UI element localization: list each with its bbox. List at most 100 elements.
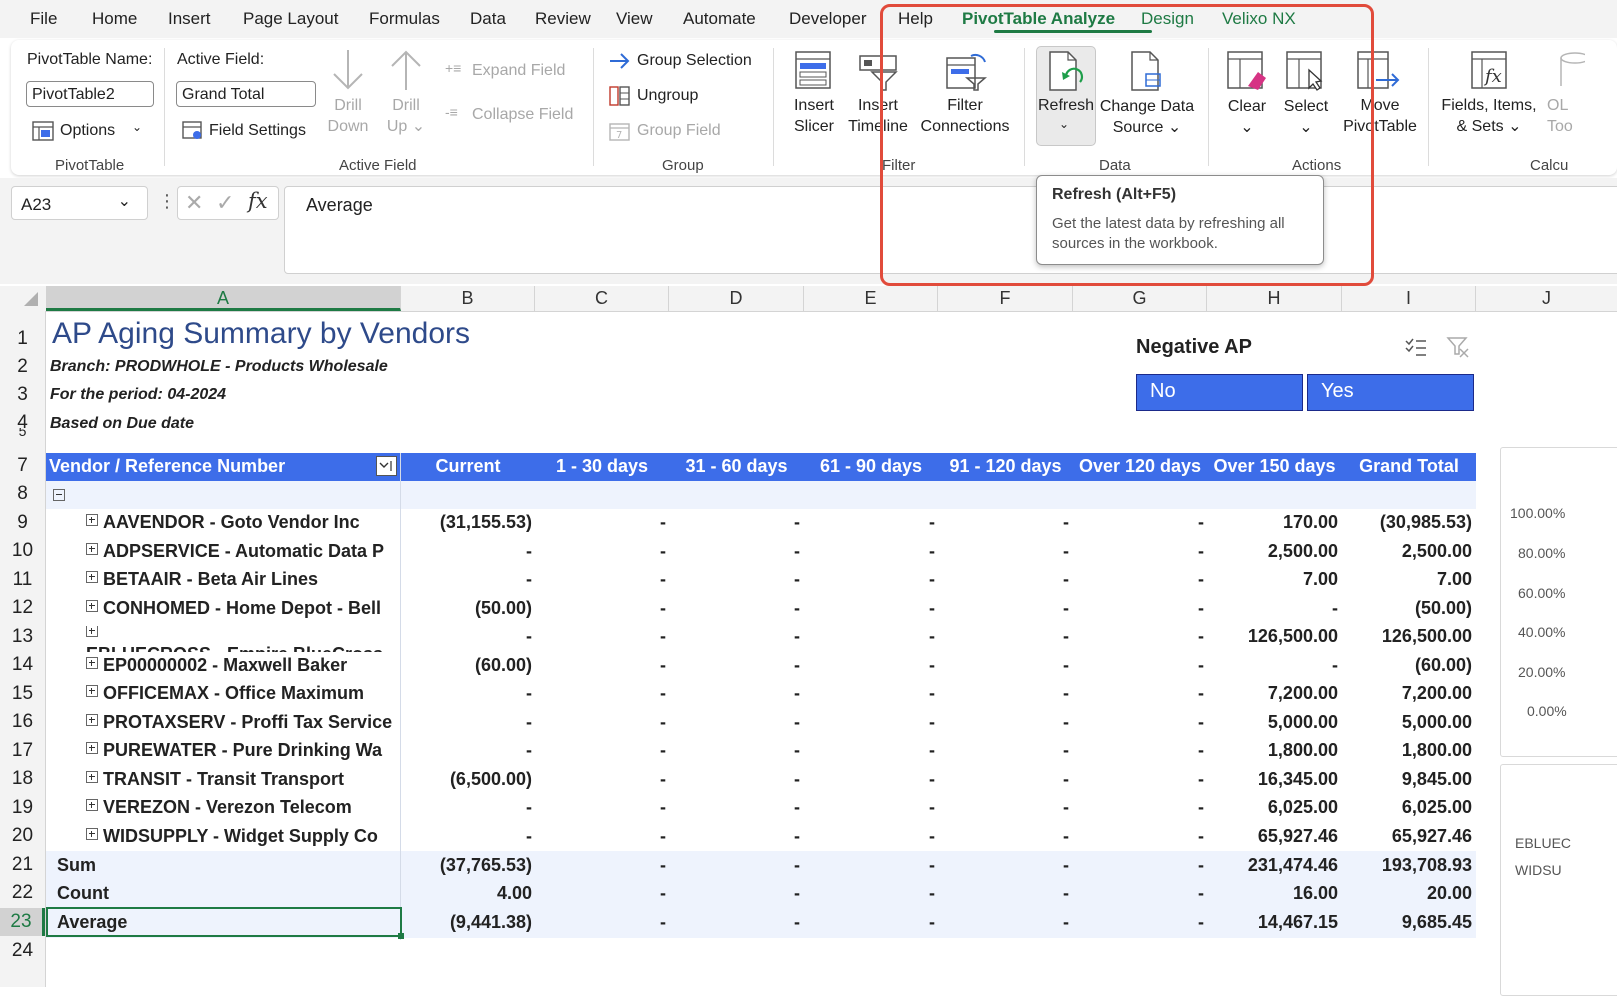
vendor-row-label[interactable]: WIDSUPPLY - Widget Supply Co: [86, 826, 400, 852]
row-header[interactable]: 10: [0, 540, 45, 562]
row-header[interactable]: 24: [0, 940, 45, 962]
row-header[interactable]: 17: [0, 740, 45, 762]
vendor-row-label[interactable]: EBLUECROSS - Empire BlueCross: [86, 626, 400, 652]
expand-row-icon[interactable]: [86, 600, 98, 612]
active-cell-a23[interactable]: [46, 907, 404, 939]
slicer-option-yes[interactable]: Yes: [1307, 374, 1474, 411]
row-header[interactable]: 18: [0, 768, 45, 790]
row-header[interactable]: 13: [0, 626, 45, 648]
drill-down-button[interactable]: Drill Down: [326, 48, 370, 140]
expand-row-icon[interactable]: [86, 828, 98, 840]
select-all-icon[interactable]: [18, 290, 40, 308]
row-header[interactable]: 12: [0, 597, 45, 619]
name-box[interactable]: A23 ⌄: [11, 186, 148, 220]
vendor-row-label[interactable]: AAVENDOR - Goto Vendor Inc: [86, 512, 400, 538]
column-header-e[interactable]: E: [804, 286, 938, 311]
menu-home[interactable]: Home: [92, 9, 137, 29]
row-header[interactable]: 7: [0, 455, 45, 477]
menu-review[interactable]: Review: [535, 9, 591, 29]
menu-pivottable-analyze[interactable]: PivotTable Analyze: [962, 9, 1115, 29]
column-header-c[interactable]: C: [535, 286, 669, 311]
vendor-row-label[interactable]: EP00000002 - Maxwell Baker: [86, 655, 400, 681]
group-field-button[interactable]: 7 Group Field: [609, 120, 729, 144]
expand-row-icon[interactable]: [86, 799, 98, 811]
collapse-field-button[interactable]: -≡ Collapse Field: [445, 104, 580, 128]
collapse-all-icon[interactable]: [53, 489, 65, 501]
chart-panel-secondary[interactable]: [1500, 764, 1617, 996]
row-header[interactable]: 2: [0, 356, 45, 378]
column-header-f[interactable]: F: [938, 286, 1073, 311]
filter-connections-button[interactable]: Filter Connections: [917, 48, 1013, 140]
olap-tools-button[interactable]: OL Too: [1545, 48, 1617, 140]
insert-function-icon[interactable]: fx: [248, 189, 268, 213]
menu-page-layout[interactable]: Page Layout: [243, 9, 338, 29]
vendor-row-label[interactable]: CONHOMED - Home Depot - Bell: [86, 598, 400, 624]
menu-view[interactable]: View: [616, 9, 653, 29]
column-header-d[interactable]: D: [669, 286, 804, 311]
row-header[interactable]: 22: [0, 882, 45, 904]
menu-data[interactable]: Data: [470, 9, 506, 29]
row-header[interactable]: 19: [0, 797, 45, 819]
row-header[interactable]: 8: [0, 483, 45, 505]
enter-check-icon[interactable]: ✓: [216, 190, 234, 216]
row-filter-button[interactable]: [376, 456, 397, 476]
menu-developer[interactable]: Developer: [789, 9, 867, 29]
vendor-row-label[interactable]: PUREWATER - Pure Drinking Wa: [86, 740, 400, 766]
vendor-row-label[interactable]: PROTAXSERV - Proffi Tax Service: [86, 712, 400, 738]
row-header[interactable]: 3: [0, 384, 45, 406]
options-button[interactable]: Options ⌄: [32, 119, 152, 145]
field-settings-button[interactable]: Field Settings: [182, 119, 312, 145]
row-header[interactable]: 11: [0, 569, 45, 591]
vendor-row-label[interactable]: BETAAIR - Beta Air Lines: [86, 569, 400, 595]
row-header[interactable]: 1: [0, 328, 45, 350]
row-header[interactable]: 21: [0, 854, 45, 876]
insert-timeline-button[interactable]: Insert Timeline: [848, 48, 908, 140]
pivottable-name-input[interactable]: PivotTable2: [26, 81, 154, 107]
vendor-row-label[interactable]: VEREZON - Verezon Telecom: [86, 797, 400, 823]
menu-insert[interactable]: Insert: [168, 9, 211, 29]
expand-row-icon[interactable]: [86, 657, 98, 669]
row-header[interactable]: 15: [0, 683, 45, 705]
clear-button[interactable]: Clear ⌄: [1224, 48, 1270, 140]
expand-field-button[interactable]: +≡ Expand Field: [445, 60, 575, 84]
row-header[interactable]: 14: [0, 654, 45, 676]
formula-input[interactable]: Average: [284, 186, 1617, 274]
row-header[interactable]: 5: [0, 428, 45, 438]
column-header-j[interactable]: J: [1476, 286, 1617, 311]
cancel-icon[interactable]: ✕: [185, 190, 203, 216]
row-header[interactable]: 20: [0, 825, 45, 847]
menu-file[interactable]: File: [30, 9, 57, 29]
menu-automate[interactable]: Automate: [683, 9, 756, 29]
row-header[interactable]: 16: [0, 711, 45, 733]
menu-velixo-nx[interactable]: Velixo NX: [1222, 9, 1296, 29]
expand-row-icon[interactable]: [86, 742, 98, 754]
insert-slicer-button[interactable]: Insert Slicer: [790, 48, 838, 140]
vendor-row-label[interactable]: TRANSIT - Transit Transport: [86, 769, 400, 795]
row-header[interactable]: 9: [0, 512, 45, 534]
expand-row-icon[interactable]: [86, 771, 98, 783]
column-header-a[interactable]: A: [46, 286, 401, 311]
vendor-row-label[interactable]: OFFICEMAX - Office Maximum: [86, 683, 400, 709]
column-header-g[interactable]: G: [1073, 286, 1207, 311]
fields-items-sets-button[interactable]: fx Fields, Items, & Sets ⌄: [1440, 48, 1538, 140]
row-header[interactable]: 23: [0, 908, 45, 936]
change-data-source-button[interactable]: Change Data Source ⌄: [1100, 48, 1194, 140]
column-header-h[interactable]: H: [1207, 286, 1342, 311]
menu-design[interactable]: Design: [1141, 9, 1194, 29]
group-selection-button[interactable]: Group Selection: [609, 50, 759, 74]
select-button[interactable]: Select ⌄: [1283, 48, 1329, 140]
ungroup-button[interactable]: Ungroup: [609, 85, 729, 109]
expand-row-icon[interactable]: [86, 714, 98, 726]
multi-select-icon[interactable]: [1404, 336, 1428, 358]
column-header-i[interactable]: I: [1342, 286, 1476, 311]
more-options-icon[interactable]: ⋮: [158, 191, 176, 212]
vendor-row-label[interactable]: ADPSERVICE - Automatic Data P: [86, 541, 400, 567]
drill-up-button[interactable]: Drill Up ⌄: [384, 48, 428, 140]
expand-row-icon[interactable]: [86, 543, 98, 555]
menu-formulas[interactable]: Formulas: [369, 9, 440, 29]
expand-row-icon[interactable]: [86, 571, 98, 583]
expand-row-icon[interactable]: [86, 626, 98, 637]
menu-help[interactable]: Help: [898, 9, 933, 29]
slicer-option-no[interactable]: No: [1136, 374, 1303, 411]
clear-filter-icon[interactable]: [1446, 336, 1470, 358]
